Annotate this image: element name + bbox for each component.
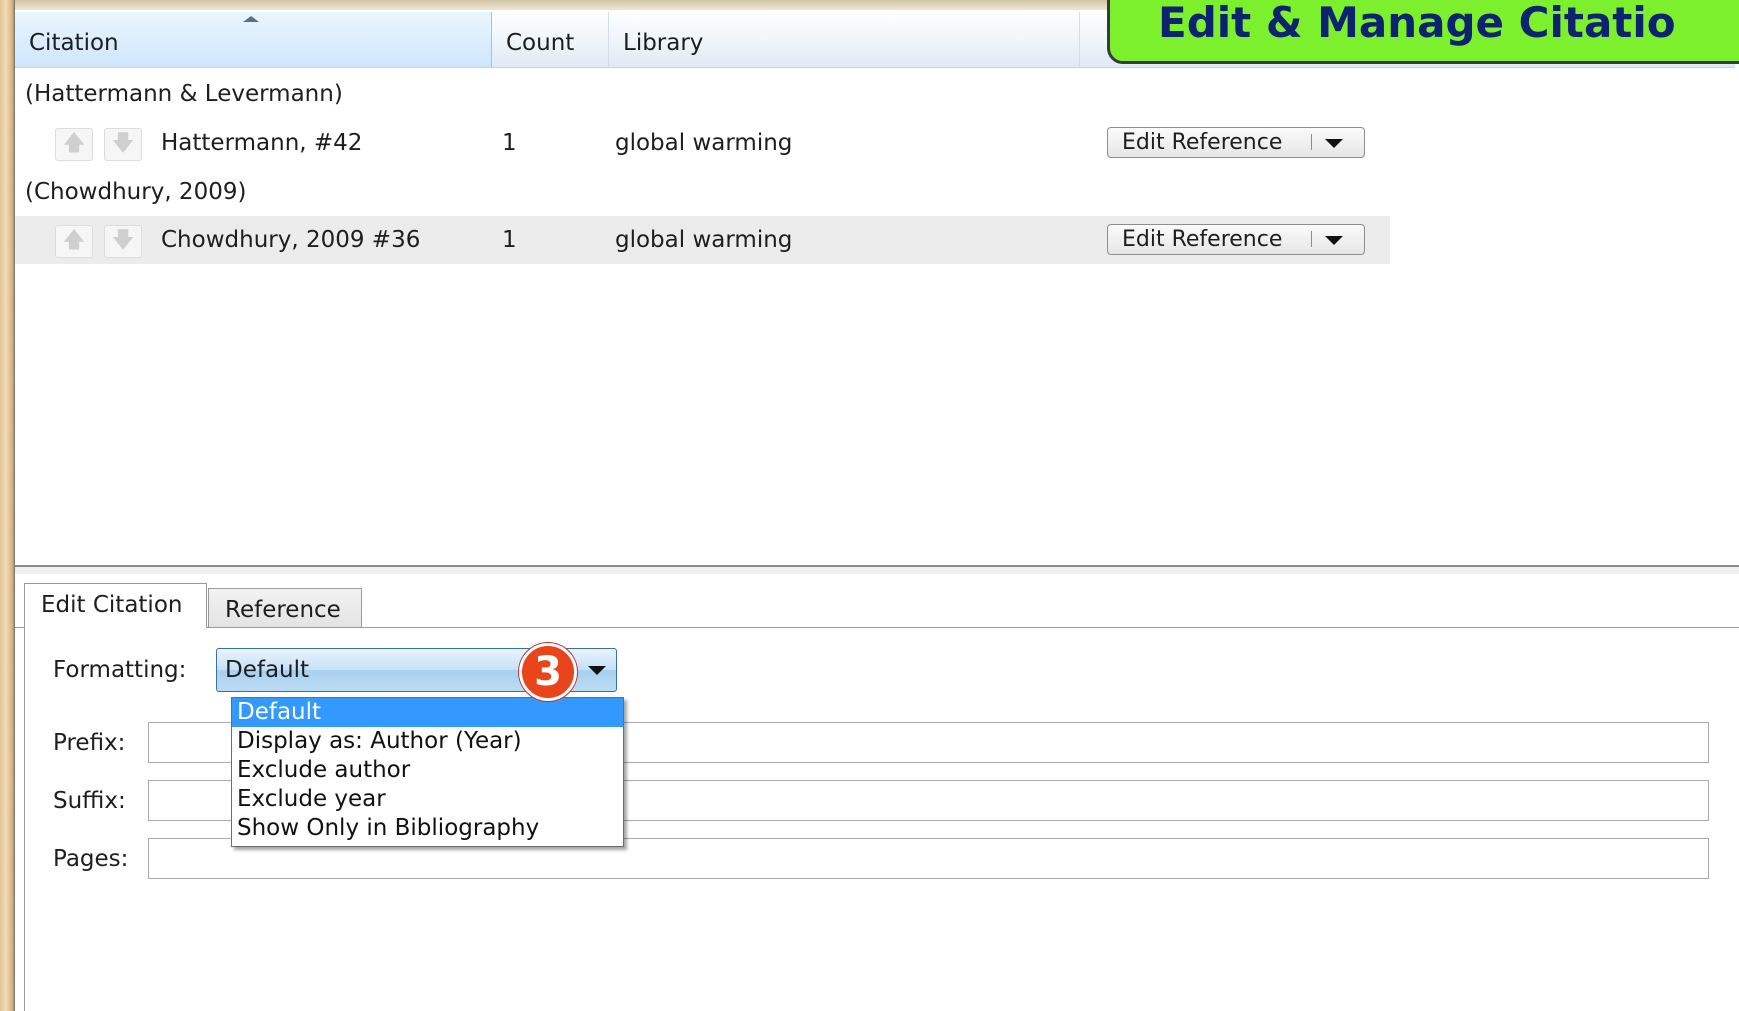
menu-item-exclude-year[interactable]: Exclude year <box>232 785 623 814</box>
formatting-selected-value: Default <box>225 657 310 683</box>
reference-count: 1 <box>502 130 517 156</box>
step-badge: 3 <box>519 643 577 701</box>
menu-item-display-as-author-year[interactable]: Display as: Author (Year) <box>232 727 623 756</box>
citation-group-label: (Chowdhury, 2009) <box>25 179 247 205</box>
edit-reference-button[interactable]: Edit Reference <box>1107 127 1365 158</box>
citation-group-label: (Hattermann & Levermann) <box>25 81 343 107</box>
reference-library: global warming <box>615 227 793 253</box>
tab-bar: Edit Citation Reference <box>15 574 1739 629</box>
reference-row[interactable]: 🡅 🡇 Hattermann, #42 1 global warming Edi… <box>15 119 1390 167</box>
edit-reference-button[interactable]: Edit Reference <box>1107 224 1365 255</box>
chevron-down-icon[interactable] <box>1325 236 1343 245</box>
column-header-citation[interactable]: Citation <box>15 12 492 67</box>
reference-library: global warming <box>615 130 793 156</box>
suffix-label: Suffix: <box>53 788 126 814</box>
citation-manager-window: Citation Count Library Edit & Manage Cit… <box>14 0 1739 1011</box>
reference-name: Chowdhury, 2009 #36 <box>161 227 421 253</box>
formatting-dropdown-menu: Default Display as: Author (Year) Exclud… <box>231 697 624 847</box>
citation-group-row[interactable]: (Chowdhury, 2009) <box>25 168 1400 216</box>
edit-reference-label: Edit Reference <box>1122 130 1283 155</box>
column-header-count[interactable]: Count <box>492 12 609 67</box>
column-header-citation-label: Citation <box>29 30 119 56</box>
move-up-arrow-icon[interactable]: 🡅 <box>55 128 93 161</box>
reference-count: 1 <box>502 227 517 253</box>
tab-edit-citation-label: Edit Citation <box>41 592 183 618</box>
edit-reference-label: Edit Reference <box>1122 227 1283 252</box>
reference-row-selected[interactable]: 🡅 🡇 Chowdhury, 2009 #36 1 global warming… <box>15 216 1390 264</box>
chevron-down-icon[interactable] <box>588 666 606 675</box>
edit-manage-citations-callout: Edit & Manage Citatio <box>1107 0 1739 64</box>
reference-name: Hattermann, #42 <box>161 130 363 156</box>
formatting-label: Formatting: <box>53 657 187 683</box>
move-down-arrow-icon[interactable]: 🡇 <box>104 225 142 258</box>
split-divider <box>1311 134 1312 150</box>
column-header-library[interactable]: Library <box>609 12 1080 67</box>
tab-reference[interactable]: Reference <box>208 588 362 628</box>
menu-item-exclude-author[interactable]: Exclude author <box>232 756 623 785</box>
column-header-count-label: Count <box>506 30 575 56</box>
move-down-arrow-icon[interactable]: 🡇 <box>104 128 142 161</box>
tab-edit-citation[interactable]: Edit Citation <box>24 583 207 628</box>
callout-title: Edit & Manage Citatio <box>1158 0 1676 47</box>
menu-item-default[interactable]: Default <box>232 698 623 727</box>
sort-ascending-icon <box>243 16 259 22</box>
split-divider <box>1311 231 1312 247</box>
menu-item-show-only-in-bibliography[interactable]: Show Only in Bibliography <box>232 814 623 843</box>
tab-reference-label: Reference <box>225 597 341 623</box>
prefix-label: Prefix: <box>53 730 126 756</box>
citation-group-row[interactable]: (Hattermann & Levermann) <box>25 70 1400 118</box>
chevron-down-icon[interactable] <box>1325 139 1343 148</box>
pages-label: Pages: <box>53 846 129 872</box>
move-up-arrow-icon[interactable]: 🡅 <box>55 225 93 258</box>
column-header-library-label: Library <box>623 30 704 56</box>
